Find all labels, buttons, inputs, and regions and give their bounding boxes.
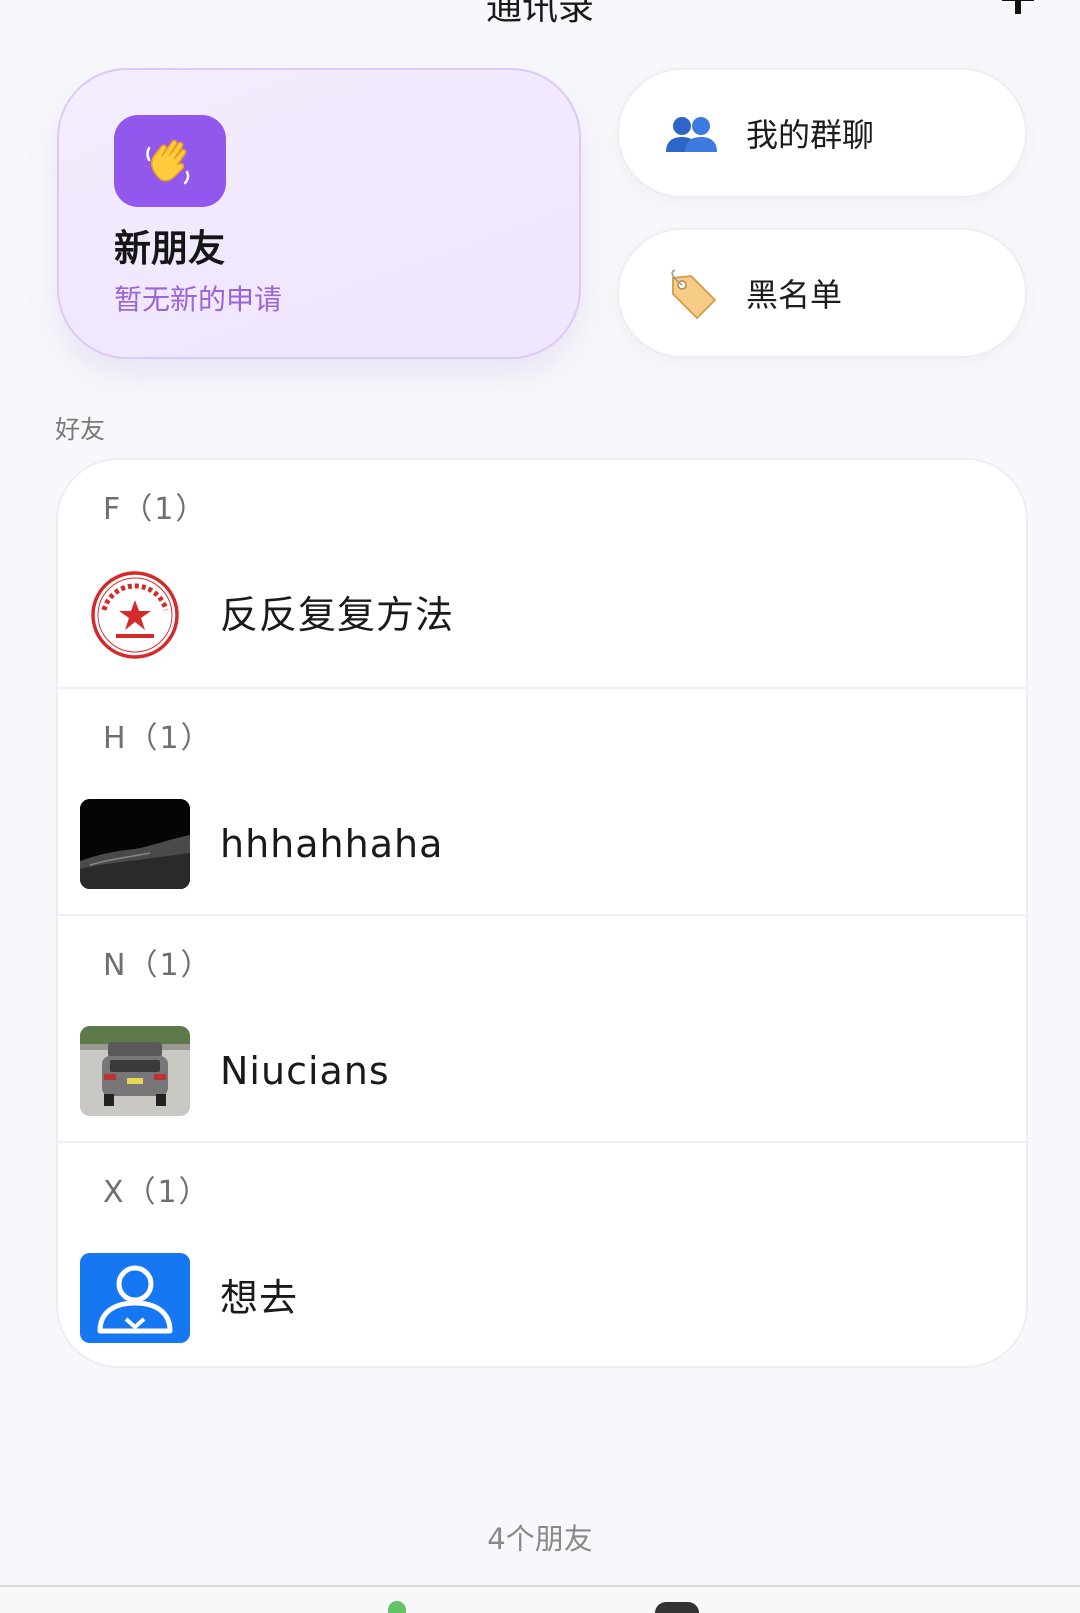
contact-name[interactable]: hhhahhaha (220, 799, 443, 889)
group-letter: N（1） (103, 948, 213, 983)
page-title: 通讯录 (485, 0, 594, 28)
contact-group-f: F（1） 反反复复方法 (58, 460, 1026, 687)
new-friends-subtitle: 暂无新的申请 (114, 283, 283, 316)
friends-list: F（1） 反反复复方法 H（1） hhhahhaha N（1） Niucians… (56, 458, 1028, 1368)
new-friends-card[interactable]: 新朋友 暂无新的申请 (57, 68, 581, 359)
default-person-avatar[interactable] (80, 1253, 190, 1343)
group-letter: F（1） (103, 492, 208, 527)
contact-name[interactable]: 反反复复方法 (220, 570, 454, 660)
contact-group-x: X（1） 想去 (58, 1141, 1026, 1366)
red-seal-avatar[interactable] (80, 570, 190, 660)
tag-icon (671, 269, 717, 320)
my-groups-label: 我的群聊 (746, 116, 875, 154)
my-groups-button[interactable]: 我的群聊 (617, 68, 1027, 198)
blacklist-button[interactable]: 黑名单 (617, 228, 1027, 358)
contact-name[interactable]: Niucians (220, 1026, 390, 1116)
waving-hand-icon (114, 115, 226, 207)
tab-bar (0, 1587, 1080, 1613)
new-friends-title: 新朋友 (114, 227, 225, 270)
blacklist-label: 黑名单 (746, 276, 843, 314)
chat-tab-icon[interactable] (388, 1601, 406, 1613)
contact-group-h: H（1） hhhahhaha (58, 687, 1026, 914)
contact-name[interactable]: 想去 (220, 1253, 298, 1343)
header: 通讯录 (0, 0, 1080, 38)
friend-count: 4个朋友 (487, 1522, 593, 1556)
plus-icon[interactable] (998, 0, 1038, 18)
group-icon (666, 117, 717, 152)
contacts-page: 通讯录 新朋友 暂无新的申请 我的群聊 黑名单 好友 F（1） 反反复复方法 H… (0, 0, 1080, 1613)
contact-group-n: N（1） Niucians (58, 914, 1026, 1141)
car-photo-avatar[interactable] (80, 1026, 190, 1116)
dark-landscape-avatar[interactable] (80, 799, 190, 889)
friends-section-label: 好友 (55, 415, 106, 444)
profile-tab-icon[interactable] (655, 1602, 699, 1613)
group-letter: H（1） (103, 721, 213, 756)
group-letter: X（1） (103, 1175, 211, 1210)
